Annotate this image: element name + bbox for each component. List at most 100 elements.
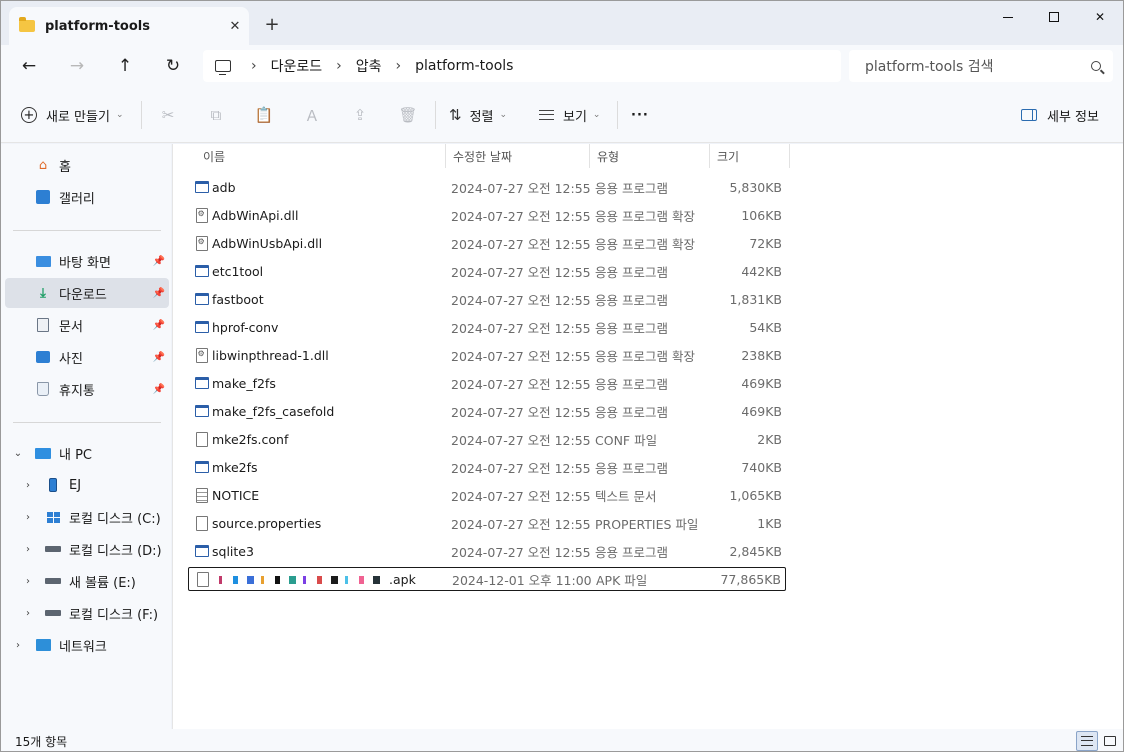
table-row[interactable]: libwinpthread-1.dll 2024-07-27 오전 12:55응용…	[188, 343, 786, 367]
pin-icon[interactable]: 📌	[153, 384, 165, 395]
chevron-right-icon[interactable]: ›	[11, 640, 25, 651]
large-icons-view-button[interactable]	[1099, 731, 1121, 751]
details-view-button[interactable]	[1076, 731, 1098, 751]
sidebar-item-recycle-bin[interactable]: 휴지통 📌	[5, 374, 169, 404]
sidebar-item-downloads[interactable]: ⤓ 다운로드 📌	[5, 278, 169, 308]
file-name[interactable]: source.properties	[212, 516, 321, 531]
new-button[interactable]: + 새로 만들기 ⌄	[21, 99, 123, 131]
file-name[interactable]: mke2fs	[212, 460, 258, 475]
sidebar-item-gallery[interactable]: 갤러리	[5, 182, 169, 212]
file-type: 텍스트 문서	[595, 488, 657, 504]
chevron-right-icon[interactable]: ›	[21, 576, 35, 587]
breadcrumb-separator[interactable]: ›	[396, 58, 402, 74]
breadcrumb[interactable]: › 다운로드 › 압축 › platform-tools	[203, 50, 841, 82]
pin-icon[interactable]: 📌	[153, 352, 165, 363]
sidebar-item-drive-d[interactable]: › 로컬 디스크 (D:)	[5, 534, 169, 564]
column-header-modified[interactable]: 수정한 날짜	[445, 144, 589, 168]
tab-close-button[interactable]: ✕	[221, 19, 249, 34]
share-icon[interactable]: ⇪	[345, 99, 375, 131]
table-row[interactable]: AdbWinUsbApi.dll 2024-07-27 오전 12:55응용 프로…	[188, 231, 786, 255]
file-type: 응용 프로그램 확장	[595, 208, 695, 224]
file-modified: 2024-07-27 오전 12:55	[451, 488, 591, 504]
sidebar-item-label: 바탕 화면	[59, 255, 111, 271]
pin-icon[interactable]: 📌	[153, 256, 165, 267]
sidebar-item-pictures[interactable]: 사진 📌	[5, 342, 169, 372]
new-tab-button[interactable]: +	[259, 13, 285, 37]
table-row[interactable]: mke2fs.conf 2024-07-27 오전 12:55 CONF 파일 2KB	[188, 427, 786, 451]
file-modified: 2024-07-27 오전 12:55	[451, 180, 591, 196]
breadcrumb-item-downloads[interactable]: 다운로드	[271, 56, 323, 76]
file-name[interactable]: NOTICE	[212, 488, 259, 503]
file-name[interactable]: hprof-conv	[212, 320, 278, 335]
sidebar-item-drive-f[interactable]: › 로컬 디스크 (F:)	[5, 598, 169, 628]
search-box[interactable]: platform-tools 검색	[849, 50, 1113, 82]
table-row[interactable]: source.properties 2024-07-27 오전 12:55 PROP…	[188, 511, 786, 535]
table-row[interactable]: NOTICE 2024-07-27 오전 12:55 텍스트 문서 1,065KB	[188, 483, 786, 507]
table-row[interactable]: make_f2fs 2024-07-27 오전 12:55 응용 프로그램 469KB	[188, 371, 786, 395]
breadcrumb-item-archive[interactable]: 압축	[356, 56, 382, 76]
file-name[interactable]: fastboot	[212, 292, 264, 307]
refresh-button[interactable]: ↻	[155, 51, 191, 81]
file-name[interactable]: mke2fs.conf	[212, 432, 288, 447]
table-row[interactable]: make_f2fs_casefold 2024-07-27 오전 12:55 응용 …	[188, 399, 786, 423]
tab-platform-tools[interactable]: platform-tools ✕	[9, 7, 249, 45]
minimize-button[interactable]	[985, 1, 1031, 33]
details-pane-button[interactable]: 세부 정보	[1021, 99, 1099, 131]
file-type: 응용 프로그램	[595, 320, 668, 336]
file-name[interactable]: .apk	[389, 572, 416, 587]
sidebar-item-desktop[interactable]: 바탕 화면 📌	[5, 246, 169, 276]
search-input[interactable]: platform-tools 검색	[865, 56, 1091, 76]
chevron-right-icon[interactable]: ›	[21, 512, 35, 523]
file-name[interactable]: make_f2fs_casefold	[212, 404, 334, 419]
paste-icon[interactable]: 📋	[249, 99, 279, 131]
close-window-button[interactable]: ✕	[1077, 1, 1123, 33]
file-name[interactable]: libwinpthread-1.dll	[212, 348, 329, 363]
column-header-type[interactable]: 유형	[589, 144, 709, 168]
cut-icon[interactable]: ✂	[153, 99, 183, 131]
column-header-name[interactable]: 이름	[195, 144, 445, 168]
table-row[interactable]: mke2fs 2024-07-27 오전 12:55 응용 프로그램 740KB	[188, 455, 786, 479]
sidebar-item-home[interactable]: ⌂ 홈	[5, 150, 169, 180]
pin-icon[interactable]: 📌	[153, 320, 165, 331]
file-name[interactable]: AdbWinApi.dll	[212, 208, 299, 223]
back-button[interactable]: ←	[11, 51, 47, 81]
chevron-down-icon[interactable]: ⌄	[11, 448, 25, 459]
table-row[interactable]: etc1tool 2024-07-27 오전 12:55 응용 프로그램 442KB	[188, 259, 786, 283]
table-row[interactable]: AdbWinApi.dll 2024-07-27 오전 12:55응용 프로그램 …	[188, 203, 786, 227]
pin-icon[interactable]: 📌	[153, 288, 165, 299]
breadcrumb-item-platform-tools[interactable]: platform-tools	[415, 58, 513, 74]
sidebar-item-network[interactable]: › 네트워크	[5, 630, 169, 660]
chevron-right-icon[interactable]: ›	[21, 608, 35, 619]
chevron-right-icon[interactable]: ›	[21, 480, 35, 491]
up-button[interactable]: ↑	[107, 51, 143, 81]
table-row[interactable]: fastboot 2024-07-27 오전 12:55 응용 프로그램 1,831K…	[188, 287, 786, 311]
sidebar-item-documents[interactable]: 문서 📌	[5, 310, 169, 340]
maximize-button[interactable]	[1031, 1, 1077, 33]
chevron-right-icon[interactable]: ›	[21, 544, 35, 555]
delete-icon[interactable]: 🗑	[393, 99, 423, 131]
file-name[interactable]: make_f2fs	[212, 376, 276, 391]
table-row[interactable]: .apk 2024-12-01 오후 11:00 APK 파일 77,865KB	[188, 567, 786, 591]
breadcrumb-separator[interactable]: ›	[251, 58, 257, 74]
table-row[interactable]: hprof-conv 2024-07-27 오전 12:55 응용 프로그램 54KB	[188, 315, 786, 339]
view-button[interactable]: 보기 ⌄	[539, 99, 600, 131]
sidebar-item-ej[interactable]: › EJ	[5, 470, 169, 500]
file-name[interactable]: sqlite3	[212, 544, 254, 559]
sidebar-item-this-pc[interactable]: ⌄ 내 PC	[5, 438, 169, 468]
sidebar-item-drive-c[interactable]: › 로컬 디스크 (C:)	[5, 502, 169, 532]
sort-button[interactable]: ⇅ 정렬 ⌄	[449, 99, 507, 131]
this-pc-icon[interactable]	[215, 60, 231, 75]
sidebar-item-drive-e[interactable]: › 새 볼륨 (E:)	[5, 566, 169, 596]
column-header-size[interactable]: 크기	[709, 144, 789, 168]
copy-icon[interactable]: ⧉	[201, 99, 231, 131]
file-name[interactable]: adb	[212, 180, 236, 195]
table-row[interactable]: adb 2024-07-27 오전 12:55 응용 프로그램 5,830KB	[188, 175, 786, 199]
file-name[interactable]: etc1tool	[212, 264, 263, 279]
breadcrumb-separator[interactable]: ›	[336, 58, 342, 74]
forward-button[interactable]: →	[59, 51, 95, 81]
rename-icon[interactable]: Ａ	[297, 99, 327, 131]
more-options-button[interactable]: ···	[631, 99, 649, 131]
file-name[interactable]: AdbWinUsbApi.dll	[212, 236, 322, 251]
column-divider[interactable]	[789, 144, 790, 168]
table-row[interactable]: sqlite3 2024-07-27 오전 12:55 응용 프로그램 2,845KB	[188, 539, 786, 563]
